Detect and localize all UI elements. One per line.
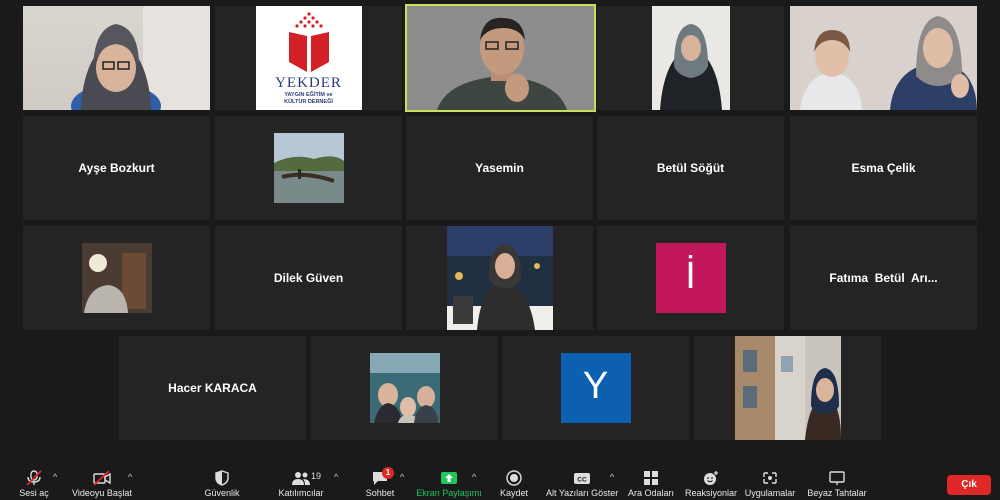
participant-video [651, 6, 730, 110]
audio-options-chevron-icon[interactable]: ^ [53, 472, 57, 482]
security-label: Güvenlik [204, 488, 240, 498]
captions-options-chevron-icon[interactable]: ^ [610, 472, 614, 482]
video-tile-ayse[interactable] [23, 6, 210, 110]
video-tile-profile-photo-boat[interactable] [311, 336, 498, 440]
show-captions-button[interactable]: CC Alt Yazıları Göster [546, 462, 618, 500]
share-screen-icon [441, 472, 457, 484]
apps-label: Uygulamalar [744, 488, 796, 498]
apps-button[interactable]: Uygulamalar [744, 462, 796, 500]
avatar-initial: Y [582, 365, 609, 407]
video-tile-esma-celik[interactable]: Esma Çelik [790, 116, 977, 220]
video-tile-participant-4[interactable] [597, 6, 784, 110]
microphone-muted-icon [26, 470, 42, 486]
profile-photo [273, 133, 344, 203]
participant-name: Betül Söğüt [656, 161, 725, 175]
participants-button[interactable]: Katılımcılar [276, 462, 326, 500]
participant-name: Esma Çelik [851, 161, 916, 175]
participants-icon [292, 472, 310, 485]
security-button[interactable]: Güvenlik [202, 462, 242, 500]
video-tile-yekder-logo[interactable]: YEKDER YAYGIN EĞİTİM ve KÜLTÜR DERNEĞİ [215, 6, 402, 110]
video-tile-hacer-karaca[interactable]: Hacer KARACA [119, 336, 306, 440]
participant-video [23, 6, 210, 110]
video-tile-ayse-bozkurt[interactable]: Ayşe Bozkurt [23, 116, 210, 220]
participant-name: Dilek Güven [273, 271, 344, 285]
participant-name: Yasemin [475, 161, 524, 175]
participants-options-chevron-icon[interactable]: ^ [334, 472, 338, 482]
profile-photo [81, 243, 152, 313]
whiteboards-button[interactable]: Beyaz Tahtalar [806, 462, 868, 500]
profile-photo [734, 336, 841, 440]
record-button[interactable]: Kaydet [494, 462, 534, 500]
participants-count: 19 [311, 471, 322, 481]
video-tile-avatar-y[interactable]: Y [502, 336, 689, 440]
reactions-button[interactable]: Reaksiyonlar [684, 462, 738, 500]
avatar-letter-i: İ [655, 243, 726, 313]
breakout-rooms-icon [644, 471, 658, 485]
leave-meeting-button[interactable]: Çık [947, 475, 991, 495]
chat-options-chevron-icon[interactable]: ^ [400, 472, 404, 482]
participant-video [790, 6, 977, 110]
shield-icon [215, 470, 229, 486]
whiteboard-icon [829, 471, 845, 485]
participant-name: Hacer KARACA [168, 381, 257, 395]
participant-name: Ayşe Bozkurt [78, 161, 155, 175]
closed-captions-icon: CC [574, 473, 590, 484]
participant-name: Fatıma Betül Arı... [829, 271, 938, 285]
video-tile-fatima-betul[interactable]: Fatıma Betül Arı... [790, 226, 977, 330]
breakout-rooms-button[interactable]: Ara Odaları [627, 462, 675, 500]
logo-subtitle-2: KÜLTÜR DERNEĞİ [284, 99, 333, 105]
meeting-toolbar: Sesi aç ^ Videoyu Başlat ^ Güvenlik Katı… [0, 462, 1000, 500]
video-tile-profile-photo-lake[interactable] [215, 116, 402, 220]
breakout-rooms-label: Ara Odaları [627, 488, 675, 498]
chat-label: Sohbet [365, 488, 395, 498]
apps-icon [763, 472, 777, 484]
logo-subtitle-1: YAYGIN EĞİTİM ve [284, 92, 333, 98]
record-label: Kaydet [499, 488, 529, 498]
avatar-letter-y: Y [560, 353, 631, 423]
participants-label: Katılımcılar [278, 488, 324, 498]
profile-photo [446, 226, 553, 330]
participant-video [407, 6, 594, 110]
video-tile-betul-sogut[interactable]: Betül Söğüt [597, 116, 784, 220]
whiteboards-label: Beyaz Tahtalar [807, 488, 867, 498]
chat-unread-badge: 1 [382, 467, 394, 479]
record-icon [506, 470, 522, 486]
logo-name: YEKDER [275, 75, 342, 91]
svg-text:CC: CC [577, 477, 587, 484]
video-tile-yasemin[interactable]: Yasemin [406, 116, 593, 220]
smiley-plus-icon [704, 471, 718, 485]
video-tile-dilek-guven[interactable]: Dilek Güven [215, 226, 402, 330]
unmute-button[interactable]: Sesi aç [14, 462, 54, 500]
chat-button[interactable]: Sohbet [360, 462, 400, 500]
video-tile-participant-5[interactable] [790, 6, 977, 110]
video-tile-active-speaker[interactable] [405, 4, 596, 112]
video-tile-profile-photo-dark[interactable] [23, 226, 210, 330]
video-off-icon [93, 470, 111, 486]
start-video-label: Videoyu Başlat [72, 488, 132, 498]
unmute-label: Sesi aç [19, 488, 49, 498]
yekder-logo: YEKDER YAYGIN EĞİTİM ve KÜLTÜR DERNEĞİ [255, 6, 362, 110]
share-screen-label: Ekran Paylaşımı [416, 488, 482, 498]
video-options-chevron-icon[interactable]: ^ [128, 472, 132, 482]
show-captions-label: Alt Yazıları Göster [546, 488, 619, 498]
video-tile-profile-photo-night[interactable] [406, 226, 593, 330]
reactions-label: Reaksiyonlar [684, 488, 738, 498]
video-tile-profile-photo-street[interactable] [694, 336, 881, 440]
share-options-chevron-icon[interactable]: ^ [472, 472, 476, 482]
avatar-initial: İ [685, 255, 696, 297]
profile-photo [369, 353, 440, 423]
start-video-button[interactable]: Videoyu Başlat [70, 462, 134, 500]
video-tile-avatar-i[interactable]: İ [597, 226, 784, 330]
